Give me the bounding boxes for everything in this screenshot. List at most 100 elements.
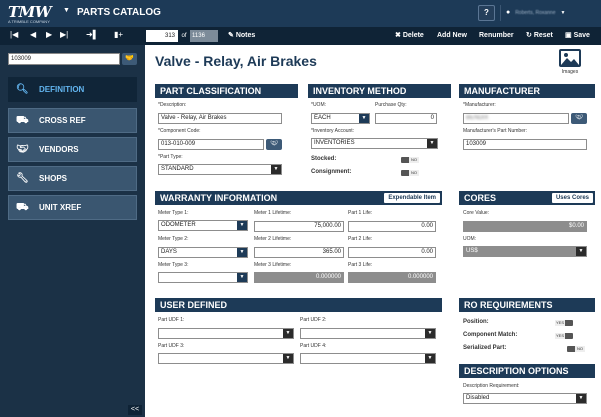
inventory-account-value: INVENTORIES xyxy=(314,140,355,146)
truck-icon: ⛟ xyxy=(16,202,29,213)
manufacturer-part-number-field[interactable]: 103009 xyxy=(463,139,587,150)
purchase-qty-field[interactable]: 0 xyxy=(375,113,437,124)
part-classification-header: PART CLASSIFICATION xyxy=(155,84,298,98)
inventory-account-label: *Inventory Account: xyxy=(311,128,355,134)
sidebar-item-cross-ref[interactable]: ⛟ CROSS REF xyxy=(8,108,137,133)
meter2-lifetime-field[interactable]: 365.00 xyxy=(254,247,344,258)
part-search-input[interactable]: 103009 xyxy=(8,53,120,65)
uom-select[interactable]: EACH ▼ xyxy=(311,113,370,124)
meter1-lifetime-field[interactable]: 75,000.00 xyxy=(254,221,344,232)
chevron-down-icon: ▼ xyxy=(427,139,437,148)
chevron-down-icon: ▼ xyxy=(283,354,293,363)
user-caret-icon: ▼ xyxy=(560,10,566,16)
delete-button[interactable]: ✖ Delete xyxy=(395,27,424,45)
main-content: Valve - Relay, Air Brakes Images PART CL… xyxy=(145,45,601,417)
udf4-label: Part UDF 4: xyxy=(300,343,327,349)
stocked-label: Stocked: xyxy=(311,156,337,162)
notes-button[interactable]: ✎ Notes xyxy=(228,27,255,45)
user-menu[interactable]: ● Roberts, Roxanne ▼ xyxy=(500,5,592,21)
next-record-icon[interactable]: ▶ xyxy=(46,30,52,39)
inventory-account-select[interactable]: INVENTORIES ▼ xyxy=(311,138,438,149)
part-type-select[interactable]: STANDARD ▼ xyxy=(158,164,282,175)
meter1-lifetime-label: Meter 1 Lifetime: xyxy=(254,210,292,216)
bookmark-add-icon[interactable]: ▮+ xyxy=(114,30,123,39)
reset-button[interactable]: ↻ Reset xyxy=(526,27,553,45)
meter2-type-value: DAYS xyxy=(161,249,177,255)
part1-life-field[interactable]: 0.00 xyxy=(348,221,436,232)
udf4-select[interactable]: ▼ xyxy=(300,353,436,364)
stocked-toggle[interactable]: NO xyxy=(401,157,419,163)
last-record-icon[interactable]: ▶| xyxy=(60,30,68,39)
position-toggle-value: YES xyxy=(555,320,565,326)
component-match-toggle[interactable]: YES xyxy=(555,333,573,339)
meter3-type-select[interactable]: ▼ xyxy=(158,272,248,283)
app-menu-caret-icon[interactable]: ▼ xyxy=(63,7,70,14)
position-toggle[interactable]: YES xyxy=(555,320,573,326)
expendable-item-button[interactable]: Expendable Item xyxy=(384,193,440,203)
manufacturer-field[interactable]: BENDIX xyxy=(463,113,569,124)
chevron-down-icon: ▼ xyxy=(237,248,247,257)
part-type-value: STANDARD xyxy=(161,166,194,172)
images-button[interactable]: Images xyxy=(555,49,585,79)
collapse-sidebar-button[interactable]: << xyxy=(128,405,142,415)
uses-cores-button[interactable]: Uses Cores xyxy=(551,193,593,203)
sidebar-item-definition[interactable]: 🔍︎ DEFINITION xyxy=(8,77,137,102)
save-icon: ▣ xyxy=(565,32,574,39)
description-field[interactable]: Valve - Relay, Air Brakes xyxy=(158,113,282,124)
component-code-label: *Component Code: xyxy=(158,128,201,134)
udf1-select[interactable]: ▼ xyxy=(158,328,294,339)
udf2-label: Part UDF 2: xyxy=(300,317,327,323)
stocked-toggle-value: NO xyxy=(409,157,419,163)
manufacturer-header: MANUFACTURER xyxy=(459,84,595,98)
consignment-toggle[interactable]: NO xyxy=(401,170,419,176)
add-new-button[interactable]: Add New xyxy=(437,27,467,45)
sidebar-item-shops[interactable]: 🔧︎ SHOPS xyxy=(8,166,137,191)
goto-record-icon[interactable]: ➜▌ xyxy=(86,30,98,39)
chevron-down-icon: ▼ xyxy=(425,329,435,338)
cores-uom-value: US$ xyxy=(466,248,478,254)
part1-life-label: Part 1 Life: xyxy=(348,210,373,216)
handshake-icon: 🤝︎ xyxy=(575,115,583,121)
app-title: PARTS CATALOG xyxy=(77,7,161,18)
udf3-label: Part UDF 3: xyxy=(158,343,185,349)
component-code-field[interactable]: 013-010-009 xyxy=(158,139,264,150)
sidebar-item-vendors[interactable]: 🤝︎ VENDORS xyxy=(8,137,137,162)
user-icon: ● xyxy=(506,9,511,16)
first-record-icon[interactable]: |◀ xyxy=(10,30,18,39)
chevron-down-icon: ▼ xyxy=(576,247,586,256)
component-code-lookup-button[interactable]: 🤝︎ xyxy=(266,139,282,150)
warranty-title: WARRANTY INFORMATION xyxy=(160,193,278,203)
chevron-down-icon: ▼ xyxy=(271,165,281,174)
part2-life-field[interactable]: 0.00 xyxy=(348,247,436,258)
sidebar-item-label: CROSS REF xyxy=(39,116,86,125)
delete-label: Delete xyxy=(402,32,424,39)
description-requirement-select[interactable]: Disabled ▼ xyxy=(463,393,587,404)
udf2-select[interactable]: ▼ xyxy=(300,328,436,339)
ro-requirements-header: RO REQUIREMENTS xyxy=(459,298,595,312)
save-button[interactable]: ▣ Save xyxy=(565,27,590,45)
meter1-type-select[interactable]: ODOMETER ▼ xyxy=(158,220,248,231)
logo-subtitle: A TRIMBLE COMPANY xyxy=(8,19,50,24)
meter3-lifetime-label: Meter 3 Lifetime: xyxy=(254,262,292,268)
sidebar-item-label: SHOPS xyxy=(39,174,68,183)
part2-life-label: Part 2 Life: xyxy=(348,236,373,242)
record-current-input[interactable]: 313 xyxy=(146,30,178,42)
udf3-select[interactable]: ▼ xyxy=(158,353,294,364)
component-match-toggle-value: YES xyxy=(555,333,565,339)
warranty-information-header: WARRANTY INFORMATION Expendable Item xyxy=(155,191,442,205)
manufacturer-value: BENDIX xyxy=(466,115,489,121)
sidebar-item-unit-xref[interactable]: ⛟ UNIT XREF xyxy=(8,195,137,220)
serialized-part-toggle[interactable]: NO xyxy=(567,346,585,352)
manufacturer-lookup-button[interactable]: 🤝︎ xyxy=(571,113,587,124)
description-options-header: DESCRIPTION OPTIONS xyxy=(459,364,595,378)
meter2-type-select[interactable]: DAYS ▼ xyxy=(158,247,248,258)
serialized-part-label: Serialized Part: xyxy=(463,345,507,351)
part3-life-label: Part 3 Life: xyxy=(348,262,373,268)
sidebar-item-label: DEFINITION xyxy=(39,85,85,94)
renumber-button[interactable]: Renumber xyxy=(479,27,514,45)
prev-record-icon[interactable]: ◀ xyxy=(30,30,36,39)
purchase-qty-label: Purchase Qty: xyxy=(375,102,407,108)
help-button[interactable]: ? xyxy=(478,5,495,21)
search-handshake-button[interactable]: 🤝 xyxy=(122,53,137,65)
cores-uom-select[interactable]: US$ ▼ xyxy=(463,246,587,257)
